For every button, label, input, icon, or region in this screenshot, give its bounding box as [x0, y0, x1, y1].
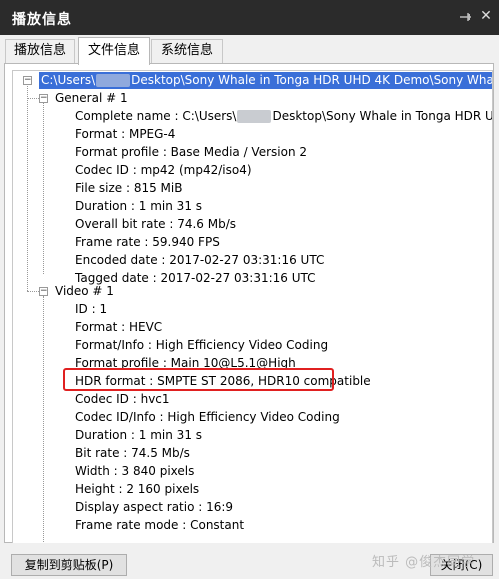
- tree-leaf[interactable]: Frame rate mode : Constant: [75, 516, 244, 534]
- tree-leaf[interactable]: File size : 815 MiB: [75, 179, 182, 197]
- tab-bar: 播放信息 文件信息 系统信息: [0, 35, 499, 65]
- copy-to-clipboard-button[interactable]: 复制到剪贴板(P): [11, 554, 127, 576]
- tree-leaf[interactable]: Frame rate : 59.940 FPS: [75, 233, 220, 251]
- tree-leaf[interactable]: Height : 2 160 pixels: [75, 480, 199, 498]
- tree-leaf[interactable]: Codec ID/Info : High Efficiency Video Co…: [75, 408, 340, 426]
- tree-leaf[interactable]: Format profile : Base Media / Version 2: [75, 143, 307, 161]
- media-info-tree[interactable]: − C:\Users\ Desktop\Sony Whale in Tonga H…: [12, 70, 493, 544]
- tree-leaf[interactable]: Bit rate : 74.5 Mb/s: [75, 444, 190, 462]
- tree-line: [27, 98, 39, 99]
- file-info-panel: − C:\Users\ Desktop\Sony Whale in Tonga H…: [4, 63, 494, 544]
- tree-leaf[interactable]: ID : 1: [75, 300, 107, 318]
- collapse-toggle-root[interactable]: −: [23, 76, 32, 85]
- pin-icon[interactable]: [459, 10, 473, 24]
- tree-leaf[interactable]: Codec ID : hvc1: [75, 390, 170, 408]
- tree-line: [27, 291, 39, 292]
- tree-line: [43, 296, 44, 543]
- redacted-username: [96, 74, 131, 87]
- tree-line: [27, 84, 28, 291]
- tree-leaf[interactable]: Format : MPEG-4: [75, 125, 175, 143]
- tree-line: [43, 98, 44, 274]
- tab-file-info[interactable]: 文件信息: [78, 37, 150, 65]
- tree-leaf[interactable]: Format : HEVC: [75, 318, 162, 336]
- redacted-username: [237, 110, 272, 123]
- collapse-toggle-video[interactable]: −: [39, 287, 48, 296]
- tree-leaf[interactable]: Overall bit rate : 74.6 Mb/s: [75, 215, 236, 233]
- tree-leaf[interactable]: Display aspect ratio : 16:9: [75, 498, 233, 516]
- tree-leaf[interactable]: Format/Info : High Efficiency Video Codi…: [75, 336, 328, 354]
- tree-leaf[interactable]: Duration : 1 min 31 s: [75, 197, 202, 215]
- window-title: 播放信息: [12, 12, 72, 28]
- tree-node-general[interactable]: General # 1: [55, 89, 128, 107]
- tab-playback-info[interactable]: 播放信息: [5, 39, 75, 63]
- title-bar: 播放信息 ✕: [0, 0, 499, 35]
- tree-root-path[interactable]: C:\Users\ Desktop\Sony Whale in Tonga HDR…: [39, 72, 492, 89]
- tree-leaf[interactable]: Codec ID : mp42 (mp42/iso4): [75, 161, 252, 179]
- hdr-format-highlight-box: [63, 368, 334, 391]
- tree-node-video[interactable]: Video # 1: [55, 282, 114, 300]
- tree-leaf-complete-name[interactable]: Complete name : C:\Users\ Desktop\Sony Wh…: [75, 107, 492, 125]
- tab-system-info[interactable]: 系统信息: [151, 39, 223, 63]
- tree-leaf[interactable]: Encoded date : 2017-02-27 03:31:16 UTC: [75, 251, 324, 269]
- collapse-toggle-general[interactable]: −: [39, 94, 48, 103]
- tree-leaf[interactable]: Duration : 1 min 31 s: [75, 426, 202, 444]
- close-icon[interactable]: ✕: [478, 8, 494, 24]
- tree-leaf[interactable]: Width : 3 840 pixels: [75, 462, 194, 480]
- watermark: 知乎 @俊杰同学: [372, 555, 476, 570]
